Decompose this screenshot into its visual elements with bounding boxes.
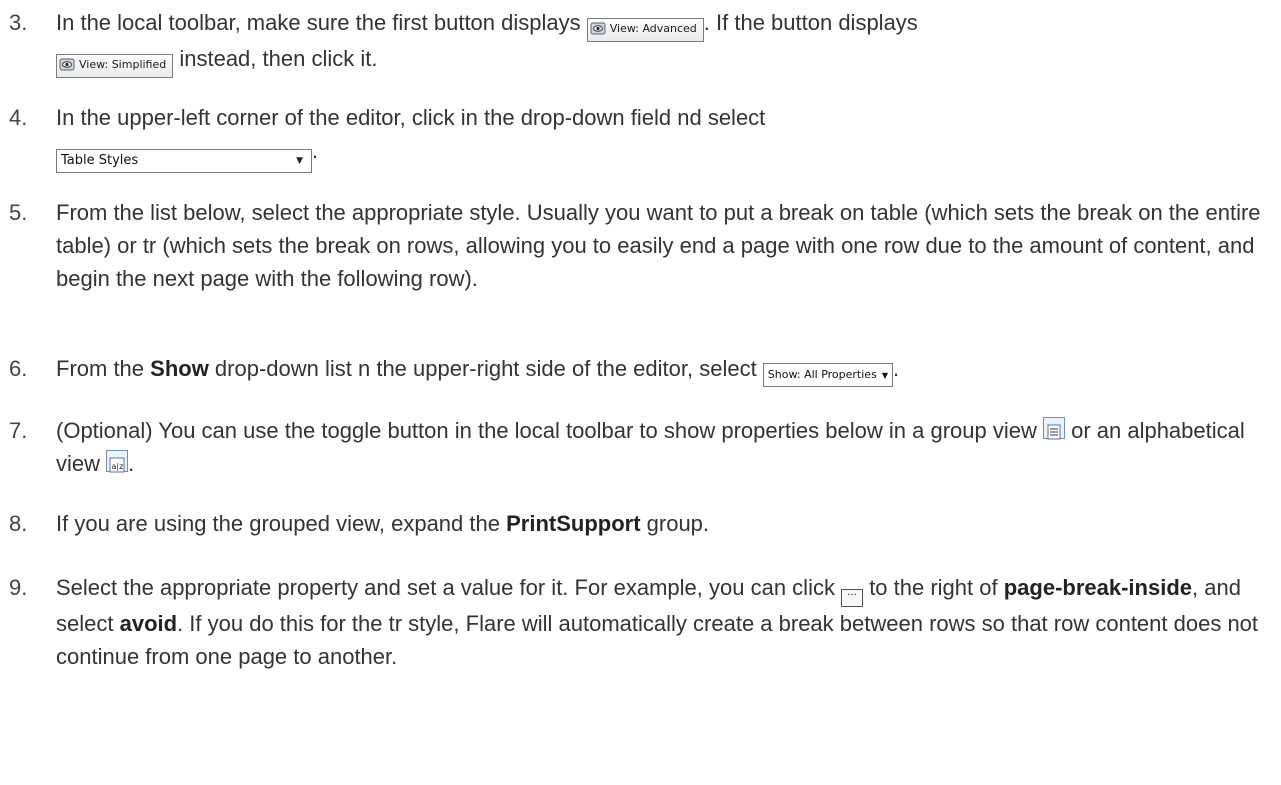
group-view-glyph: [1047, 424, 1061, 440]
view-eye-icon: [590, 22, 606, 35]
view-advanced-button: View: Advanced: [586, 18, 704, 42]
view-simplified-label: View: Simplified: [79, 58, 167, 71]
step-text-part: In the upper-left corner of the editor, …: [56, 105, 766, 130]
step-number: 7.: [9, 418, 28, 443]
show-properties-value: Show: All Properties: [767, 368, 877, 381]
property-emphasis: page-break-inside: [1003, 575, 1192, 600]
table-styles-value: Table Styles: [61, 153, 139, 168]
view-advanced-label: View: Advanced: [609, 22, 697, 35]
step-number: 6.: [9, 356, 28, 381]
step-text-part: From the: [56, 356, 151, 381]
step-text-part: . If you do this for the tr style, Flare…: [56, 611, 1259, 669]
dropdown-arrow-icon: ▼: [296, 156, 303, 166]
step-text: Select the appropriate property and set …: [56, 571, 1266, 673]
document-page: 3. In the local toolbar, make sure the f…: [0, 0, 1281, 785]
step-text-part: to the right of: [863, 575, 1004, 600]
ellipsis-button: ···: [841, 589, 864, 607]
step-number: 4.: [9, 105, 28, 130]
show-properties-dropdown: Show: All Properties ▼: [762, 363, 893, 387]
step-text-part: drop-down list n the upper-right side of…: [208, 356, 763, 381]
step-number: 8.: [9, 511, 28, 536]
view-eye-icon: [59, 58, 75, 71]
step-number: 9.: [9, 575, 28, 600]
step-text-part: group.: [640, 511, 710, 536]
step-text-part: Select the appropriate property and set …: [56, 575, 842, 600]
value-emphasis: avoid: [119, 611, 178, 636]
step-text: (Optional) You can use the toggle button…: [56, 414, 1266, 480]
step-text-part: In the local toolbar, make sure the firs…: [56, 10, 587, 35]
step-text-part: .: [312, 138, 319, 163]
alphabetical-view-icon: a|z: [106, 450, 129, 473]
step-text-part: If you are using the grouped view, expan…: [56, 511, 507, 536]
step-text-part: .: [892, 356, 900, 381]
dropdown-arrow-icon: ▼: [881, 371, 888, 380]
step-text-part: instead, then click it.: [173, 46, 378, 71]
table-styles-dropdown: Table Styles ▼: [56, 149, 312, 173]
show-emphasis: Show: [150, 356, 209, 381]
step-text-part: .: [128, 451, 135, 476]
step-text: From the list below, select the appropri…: [56, 200, 1261, 291]
alphabetical-view-glyph: a|z: [109, 457, 125, 473]
step-text: In the local toolbar, make sure the firs…: [56, 6, 1266, 78]
group-view-icon: [1042, 417, 1065, 440]
step-text: In the upper-left corner of the editor, …: [56, 101, 1266, 173]
step-text-part: (Optional) You can use the toggle button…: [56, 418, 1043, 443]
printsupport-emphasis: PrintSupport: [506, 511, 641, 536]
view-simplified-button: View: Simplified: [56, 54, 174, 78]
step-text-part: . If the button displays: [703, 10, 918, 35]
svg-text:a|z: a|z: [112, 462, 124, 471]
step-text: If you are using the grouped view, expan…: [56, 507, 1266, 540]
step-text: From the Show drop-down list n the upper…: [56, 352, 1266, 387]
step-number: 5.: [9, 200, 28, 225]
step-number: 3.: [9, 10, 28, 35]
